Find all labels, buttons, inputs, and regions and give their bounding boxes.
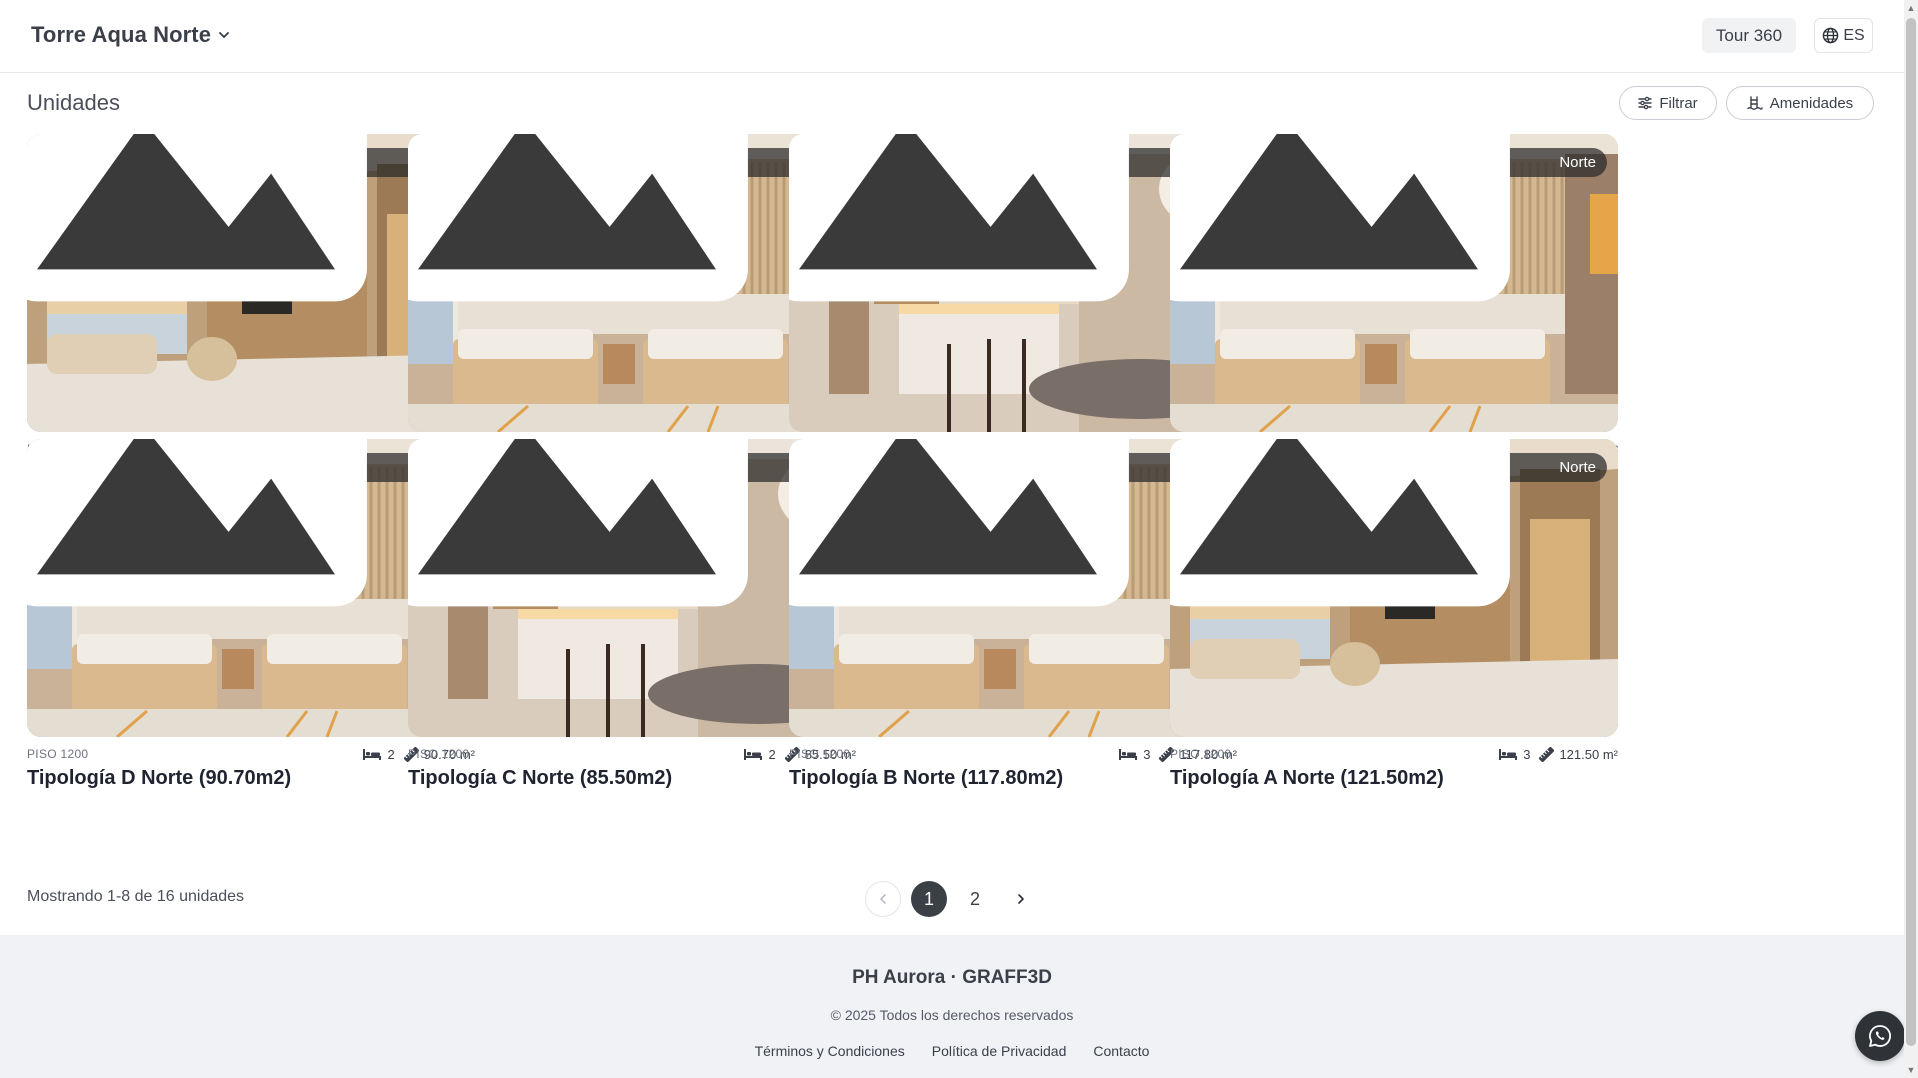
footer-links: Términos y Condiciones Política de Priva… [0, 1043, 1904, 1059]
chevron-down-icon [219, 32, 229, 38]
orientation-label: Norte [1559, 154, 1596, 171]
orientation-badge: Norte [1170, 439, 1607, 606]
whatsapp-icon [1869, 1025, 1892, 1047]
bedrooms-count: 3 [1143, 747, 1151, 762]
bedrooms-count: 3 [1523, 747, 1531, 762]
unit-floor: PISO 1200 [27, 747, 89, 761]
unit-meta: PISO 1200 3 121.50 m² [1170, 747, 1618, 765]
units-grid: NortePISO 13003121.50 m²Tipología A Nort… [27, 134, 1874, 864]
sliders-icon [1638, 96, 1653, 110]
amenities-icon [1747, 96, 1763, 110]
image-icon [27, 439, 368, 606]
unit-thumbnail[interactable]: Norte [1170, 439, 1618, 737]
prev-page-button[interactable] [865, 881, 901, 917]
orientation-badge: Norte [789, 439, 1226, 606]
image-icon [27, 134, 368, 301]
unit-specs: 3 121.50 m² [1498, 747, 1618, 762]
image-icon [1170, 439, 1511, 606]
orientation-badge: Norte [1170, 134, 1607, 301]
bedrooms: 2 [362, 747, 395, 762]
image-icon [408, 134, 749, 301]
bed-icon [363, 749, 382, 760]
image-icon [789, 439, 1130, 606]
privacy-link[interactable]: Política de Privacidad [932, 1043, 1067, 1059]
bed-icon [744, 749, 763, 760]
filter-button[interactable]: Filtrar [1619, 86, 1717, 120]
ruler-icon [1539, 747, 1555, 762]
bed-icon [1499, 749, 1518, 760]
bedrooms: 3 [1118, 747, 1150, 762]
section-title: Unidades [27, 90, 120, 115]
footer-copyright: © 2025 Todos los derechos reservados [830, 1007, 1074, 1023]
orientation-badge: Norte [408, 439, 845, 606]
scrollbar[interactable]: ▲ ▼ [1904, 0, 1918, 1078]
filter-label: Filtrar [1659, 94, 1698, 112]
orientation-badge: Norte [27, 439, 464, 606]
unit-name[interactable]: Tipología D Norte (90.70m2) [27, 767, 291, 790]
orientation-badge: Norte [789, 134, 1226, 301]
results-count: Mostrando 1-8 de 16 unidades [27, 888, 245, 905]
unit-thumbnail[interactable]: Norte [1170, 134, 1618, 432]
unit-name[interactable]: Tipología A Norte (121.50m2) [1170, 767, 1444, 790]
scroll-thumb[interactable] [1906, 18, 1916, 1046]
bed-icon [1119, 749, 1138, 760]
language-button[interactable]: ES [1814, 18, 1873, 53]
amenities-label: Amenidades [1769, 94, 1854, 112]
page-2-button[interactable]: 2 [957, 881, 993, 917]
orientation-badge: Norte [408, 134, 845, 301]
image-icon [789, 134, 1130, 301]
project-title: Torre Aqua Norte [31, 22, 212, 47]
area-value: 121.50 m² [1559, 747, 1618, 762]
bedrooms-count: 2 [768, 747, 776, 762]
next-page-button[interactable] [1003, 881, 1039, 917]
amenities-button[interactable]: Amenidades [1726, 86, 1874, 120]
image-icon [408, 439, 749, 606]
language-label: ES [1843, 26, 1865, 44]
globe-icon [1823, 27, 1839, 44]
unit-floor: PISO 1200 [1170, 747, 1232, 761]
top-bar: Torre Aqua Norte Tour 360 ES [0, 0, 1904, 73]
pagination: 1 2 [865, 881, 1039, 917]
unit-floor: PISO 1200 [408, 747, 470, 761]
whatsapp-button[interactable] [1855, 1011, 1905, 1061]
bedrooms: 2 [743, 747, 776, 762]
contact-link[interactable]: Contacto [1093, 1043, 1149, 1059]
unit-name[interactable]: Tipología B Norte (117.80m2) [789, 767, 1063, 790]
tour-360-button[interactable]: Tour 360 [1702, 18, 1796, 53]
scroll-up-arrow[interactable]: ▲ [1906, 2, 1916, 14]
bedrooms-count: 2 [387, 747, 395, 762]
orientation-label: Norte [1559, 459, 1596, 476]
bedrooms: 3 [1498, 747, 1530, 762]
unit-floor: PISO 1200 [789, 747, 851, 761]
unit-name[interactable]: Tipología C Norte (85.50m2) [408, 767, 672, 790]
unit-card[interactable]: Norte PISO 1200 3 121.50 m² Tipología A Nort… [1170, 439, 1618, 799]
chevron-right-icon [1018, 894, 1024, 904]
scroll-down-arrow[interactable]: ▼ [1906, 1064, 1916, 1076]
footer-brand: PH Aurora · GRAFF3D [852, 967, 1052, 988]
orientation-badge: Norte [27, 134, 464, 301]
chevron-left-icon [880, 894, 886, 904]
image-icon [1170, 134, 1511, 301]
project-selector[interactable]: Torre Aqua Norte [31, 22, 231, 48]
footer: PH Aurora · GRAFF3D © 2025 Todos los der… [0, 935, 1904, 1078]
terms-link[interactable]: Términos y Condiciones [755, 1043, 905, 1059]
area: 121.50 m² [1539, 747, 1618, 762]
page-1-button[interactable]: 1 [911, 881, 947, 917]
